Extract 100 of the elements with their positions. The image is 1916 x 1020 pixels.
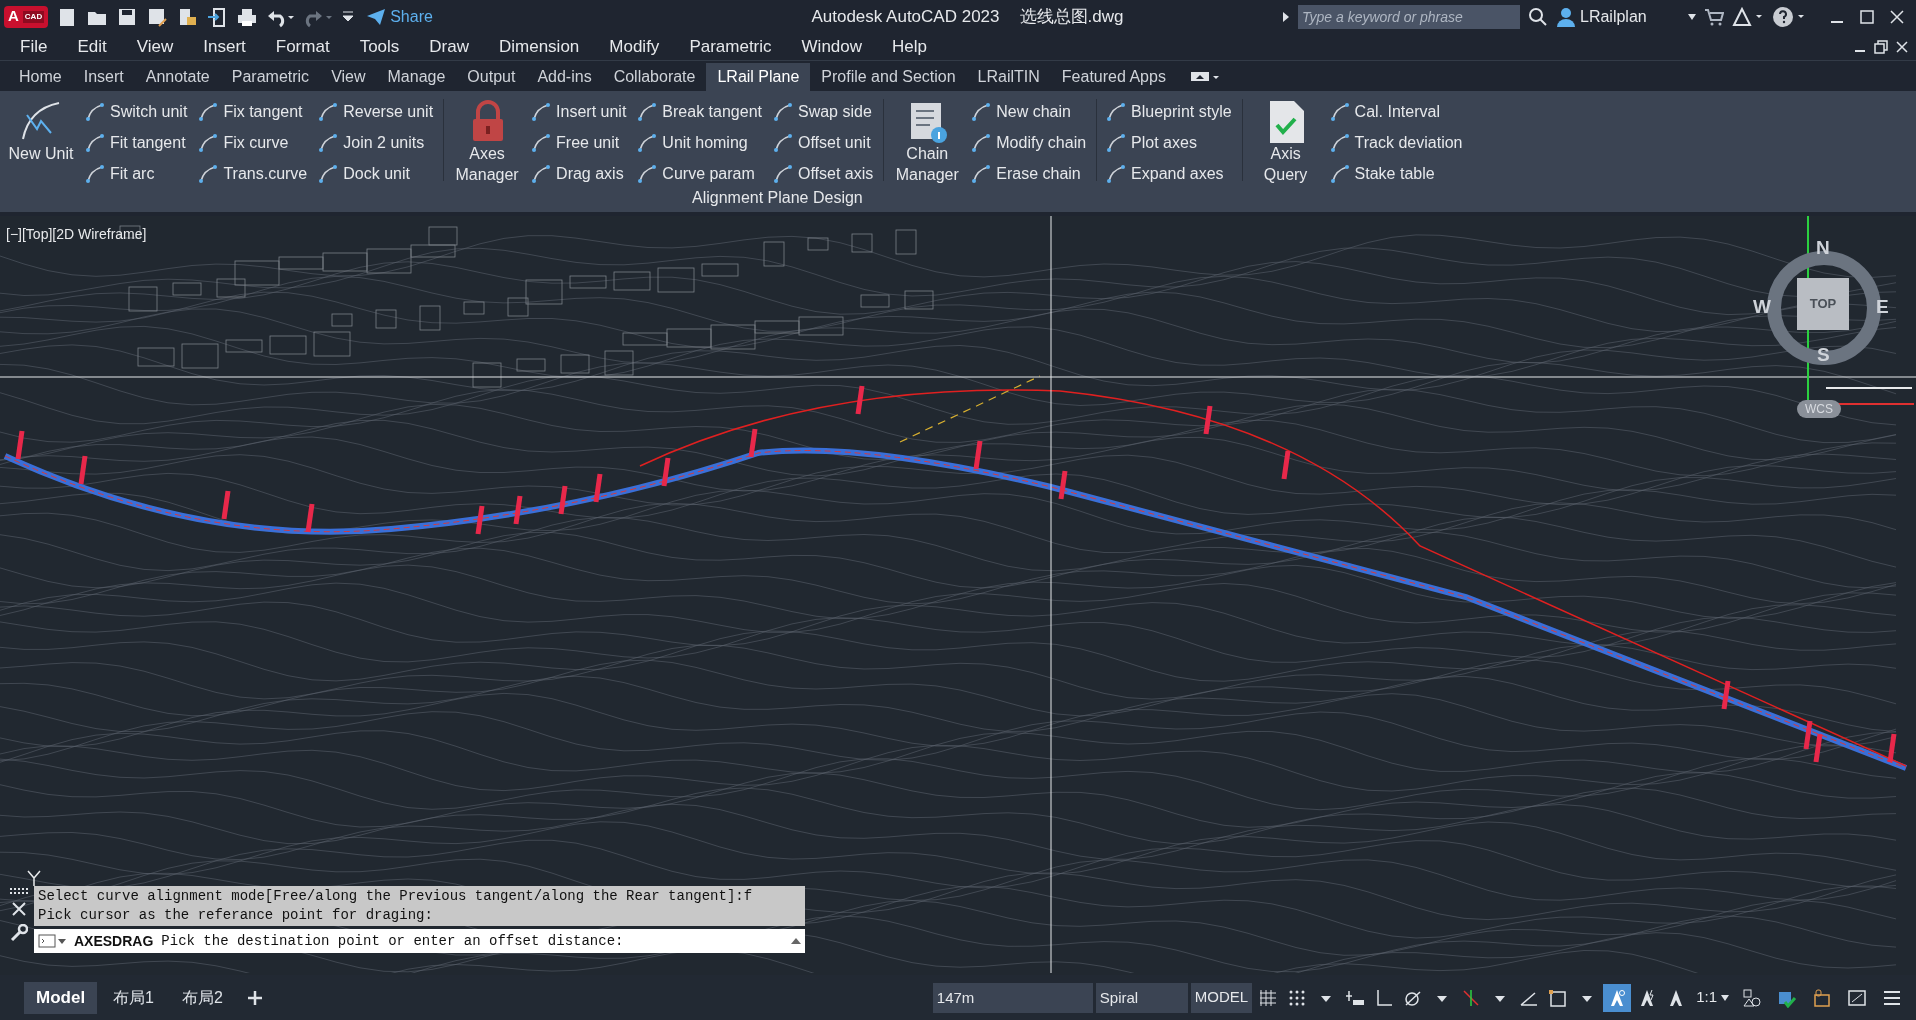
tool-button[interactable]: New chain <box>972 99 1087 125</box>
mode-readout: Spiral <box>1095 982 1188 1013</box>
tool-button[interactable]: Unit homing <box>638 130 762 156</box>
compass-direction[interactable]: W <box>1753 293 1771 322</box>
maximize-icon[interactable] <box>1860 9 1874 24</box>
curve-icon <box>1330 165 1349 183</box>
tool-button[interactable]: Plot axes <box>1107 130 1232 156</box>
model-space-button[interactable]: MODEL <box>1190 982 1253 1013</box>
panel-title: Alignment Plane Design <box>692 188 863 208</box>
ribbon-tab[interactable]: Add-ins <box>526 63 603 91</box>
tool-button[interactable]: Modify chain <box>972 130 1087 156</box>
menu-item[interactable]: Modify <box>609 33 660 60</box>
isolate-objects-icon[interactable] <box>1812 987 1832 1008</box>
ribbon-tab[interactable]: Insert <box>72 63 135 91</box>
tool-button[interactable]: Fix tangent <box>199 99 308 125</box>
tool-button[interactable]: Join 2 units <box>319 130 434 156</box>
tool-button[interactable]: Trans.curve <box>199 161 308 187</box>
shapes-icon[interactable] <box>1742 987 1762 1008</box>
tool-button[interactable]: Curve param <box>638 161 762 187</box>
menu-item[interactable]: Dimension <box>499 33 580 60</box>
tool-button[interactable]: Offset axis <box>773 161 874 187</box>
ribbon-tab[interactable]: LRailTIN <box>966 63 1051 91</box>
tool-button[interactable]: Erase chain <box>972 161 1087 187</box>
tool-button[interactable]: Offset unit <box>773 130 874 156</box>
help-icon[interactable] <box>1772 5 1806 28</box>
menu-item[interactable]: Parametric <box>689 33 772 60</box>
large-tool-button[interactable]: Axes Manager <box>454 99 521 185</box>
ribbon-tab[interactable]: Profile and Section <box>810 63 967 91</box>
tool-button[interactable]: Swap side <box>773 99 874 125</box>
close-icon[interactable] <box>1896 40 1908 53</box>
menu-item[interactable]: Tools <box>359 33 400 60</box>
tool-button[interactable]: Dock unit <box>319 161 434 187</box>
restore-icon[interactable] <box>1874 39 1888 54</box>
search-field[interactable]: Type a keyword or phrase <box>1298 4 1520 29</box>
share-button[interactable]: Share <box>366 4 433 29</box>
triangle-nodes-icon[interactable] <box>1732 6 1764 27</box>
close-icon[interactable] <box>12 902 26 916</box>
search-icon[interactable] <box>1528 6 1548 27</box>
add-icon[interactable] <box>246 989 263 1006</box>
annotation-visibility-button[interactable] <box>1603 983 1632 1012</box>
grid-icon[interactable] <box>1258 987 1279 1008</box>
close-icon[interactable] <box>1890 9 1904 24</box>
compass-direction[interactable]: N <box>1816 234 1830 263</box>
user-menu[interactable]: LRailplan <box>1556 4 1696 29</box>
large-tool-button[interactable]: Axis Query <box>1252 99 1319 185</box>
tool-button[interactable]: Switch unit <box>86 99 188 125</box>
tool-button[interactable]: Insert unit <box>532 99 627 125</box>
ribbon-tab[interactable]: LRail Plane <box>706 63 811 91</box>
compass-direction[interactable]: E <box>1876 293 1889 322</box>
tool-button[interactable]: Blueprint style <box>1107 99 1232 125</box>
menu-item[interactable]: Help <box>892 33 927 60</box>
viewport-label[interactable]: [−][Top][2D Wireframe] <box>6 224 147 245</box>
tool-button[interactable]: Free unit <box>532 130 627 156</box>
tool-button[interactable]: Fit tangent <box>86 130 188 156</box>
tool-button[interactable]: Break tangent <box>638 99 762 125</box>
ribbon-tab[interactable]: Manage <box>376 63 457 91</box>
ribbon-tab[interactable]: Home <box>8 63 73 91</box>
curve-icon <box>638 134 657 152</box>
menu-item[interactable]: Format <box>275 33 330 60</box>
menu-item[interactable]: Insert <box>203 33 246 60</box>
ribbon-tab[interactable]: Annotate <box>134 63 221 91</box>
ribbon-tab[interactable]: Collaborate <box>602 63 707 91</box>
view-cube[interactable]: TOP <box>1797 278 1849 330</box>
ribbon-tab[interactable]: Parametric <box>220 63 321 91</box>
tool-button[interactable]: Cal. Interval <box>1330 99 1463 125</box>
layout-tab[interactable]: Model <box>24 981 98 1014</box>
menu-item[interactable]: Window <box>801 33 863 60</box>
menu-item[interactable]: Draw <box>429 33 469 60</box>
cart-icon[interactable] <box>1704 7 1724 26</box>
tool-button[interactable]: Expand axes <box>1107 161 1232 187</box>
caret-up-icon[interactable] <box>791 938 801 944</box>
selection-box-icon[interactable] <box>1548 987 1569 1008</box>
menu-item[interactable]: View <box>136 33 174 60</box>
tool-button[interactable]: Fit arc <box>86 161 188 187</box>
tool-button[interactable]: Drag axis <box>532 161 627 187</box>
grip-icon[interactable] <box>9 888 29 894</box>
menu-item[interactable]: Edit <box>77 33 107 60</box>
layout-tab[interactable]: 布局1 <box>101 981 166 1014</box>
wrench-icon[interactable] <box>10 924 28 942</box>
ribbon-tab[interactable]: Output <box>456 63 527 91</box>
scale-dropdown[interactable]: 1:1 <box>1692 986 1733 1009</box>
menu-item[interactable]: File <box>20 33 48 60</box>
curve-icon <box>86 165 104 183</box>
curve-icon <box>1330 134 1349 152</box>
tool-button[interactable]: Track deviation <box>1330 130 1463 156</box>
curve-icon <box>532 134 551 152</box>
tool-button[interactable]: Reverse unit <box>319 99 434 125</box>
caret-icon[interactable] <box>1282 10 1290 23</box>
layout-tab[interactable]: 布局2 <box>170 981 235 1014</box>
ortho-icon[interactable] <box>1374 987 1395 1008</box>
tool-button[interactable]: Stake table <box>1330 161 1463 187</box>
large-tool-button[interactable]: Chain Manager <box>894 99 961 185</box>
ribbon-tab[interactable]: View <box>320 63 377 91</box>
ribbon-tab[interactable]: Featured Apps <box>1050 63 1177 91</box>
fullscreen-icon[interactable] <box>1847 987 1867 1008</box>
large-tool-button[interactable]: New Unit <box>8 99 74 164</box>
curve-icon <box>1107 134 1126 152</box>
curve-icon <box>319 165 338 183</box>
app-logo[interactable]: A CAD <box>4 5 49 28</box>
tool-button[interactable]: Fix curve <box>199 130 308 156</box>
